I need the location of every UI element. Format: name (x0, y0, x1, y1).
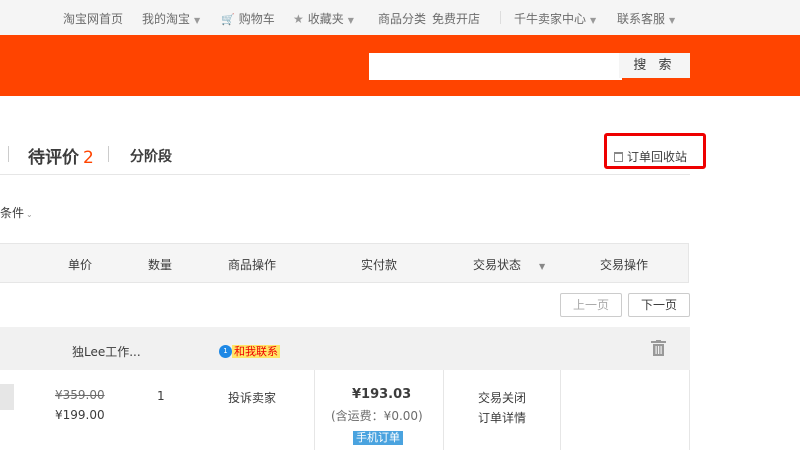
order-details-link[interactable]: 订单详情 (478, 409, 526, 426)
chat-icon: 1 (219, 344, 232, 358)
chevron-down-icon: ▼ (347, 16, 354, 25)
th-trade-status[interactable]: 交易状态 ▼ (473, 256, 545, 273)
trash-icon (614, 152, 623, 162)
cell-divider (560, 370, 561, 450)
th-quantity: 数量 (148, 258, 173, 272)
conditions-label: 条件 (0, 206, 25, 220)
next-page-button[interactable]: 下一页 (628, 293, 690, 317)
nav-home-link[interactable]: 淘宝网首页 (63, 10, 123, 27)
shipping-note: (含运费：¥0.00) (331, 409, 423, 423)
chevron-down-icon: ▼ (194, 16, 201, 25)
tab-to-review[interactable]: 待评价 2 (28, 143, 94, 168)
nav-customer-service[interactable]: 联系客服 ▼ (617, 10, 675, 27)
more-conditions-toggle[interactable]: 条件 ⌄ (0, 204, 33, 221)
th-paid: 实付款 (361, 258, 398, 272)
nav-categories-link[interactable]: 商品分类 (378, 10, 426, 27)
nav-seller-center[interactable]: 千牛卖家中心 ▼ (514, 10, 596, 27)
complain-seller-link[interactable]: 投诉卖家 (228, 389, 276, 406)
item-quantity: 1 (157, 389, 165, 403)
prev-page-button[interactable]: 上一页 (560, 293, 622, 317)
th-trade-actions: 交易操作 (600, 258, 649, 272)
tab-installment[interactable]: 分阶段 (130, 146, 172, 166)
mobile-order-badge: 手机订单 (353, 431, 403, 445)
nav-customer-service-label: 联系客服 (617, 12, 666, 26)
recycle-bin-link[interactable]: 订单回收站 (614, 148, 687, 165)
recycle-bin-label: 订单回收站 (627, 150, 688, 164)
cell-divider (689, 370, 690, 450)
tab-to-review-count: 2 (83, 148, 94, 168)
chevron-down-icon: ▼ (669, 16, 676, 25)
th-unit-price: 单价 (68, 258, 93, 272)
tab-to-review-label: 待评价 (28, 148, 79, 168)
shop-name-link[interactable]: 独Lee工作... (72, 343, 141, 360)
nav-cart-link[interactable]: 🛒 购物车 (221, 10, 275, 27)
th-trade-status-label: 交易状态 (473, 258, 522, 272)
delete-order-icon[interactable] (651, 340, 666, 356)
chevron-down-icon: ▼ (590, 16, 597, 25)
nav-seller-center-label: 千牛卖家中心 (514, 12, 587, 26)
cell-divider (314, 370, 315, 450)
tab-divider (8, 146, 9, 162)
chevron-down-icon: ⌄ (26, 210, 33, 219)
th-item-actions: 商品操作 (228, 258, 277, 272)
search-button[interactable]: 搜 索 (619, 53, 690, 78)
nav-my-taobao[interactable]: 我的淘宝 ▼ (142, 10, 200, 27)
contact-seller-button[interactable]: 1 和我联系 (219, 343, 280, 359)
unit-price: ¥199.00 (55, 408, 105, 422)
nav-my-taobao-label: 我的淘宝 (142, 12, 191, 26)
nav-favorites[interactable]: ★ 收藏夹 ▼ (293, 10, 354, 27)
paid-amount: ¥193.03 (352, 387, 412, 402)
product-thumbnail[interactable] (0, 384, 14, 410)
nav-favorites-label: 收藏夹 (307, 12, 344, 26)
tab-divider (108, 146, 109, 162)
nav-divider (500, 11, 501, 24)
cell-divider (443, 370, 444, 450)
nav-cart-label: 购物车 (238, 12, 275, 26)
tabs-underline (0, 174, 690, 175)
star-icon: ★ (293, 12, 304, 26)
table-header (0, 243, 689, 283)
chevron-down-icon: ▼ (539, 262, 546, 271)
search-input[interactable] (369, 53, 622, 80)
trade-status: 交易关闭 (478, 391, 527, 405)
original-price: ¥359.00 (55, 388, 105, 402)
cart-icon: 🛒 (221, 13, 235, 26)
contact-label: 和我联系 (232, 345, 280, 358)
nav-open-shop-link[interactable]: 免费开店 (432, 10, 480, 27)
